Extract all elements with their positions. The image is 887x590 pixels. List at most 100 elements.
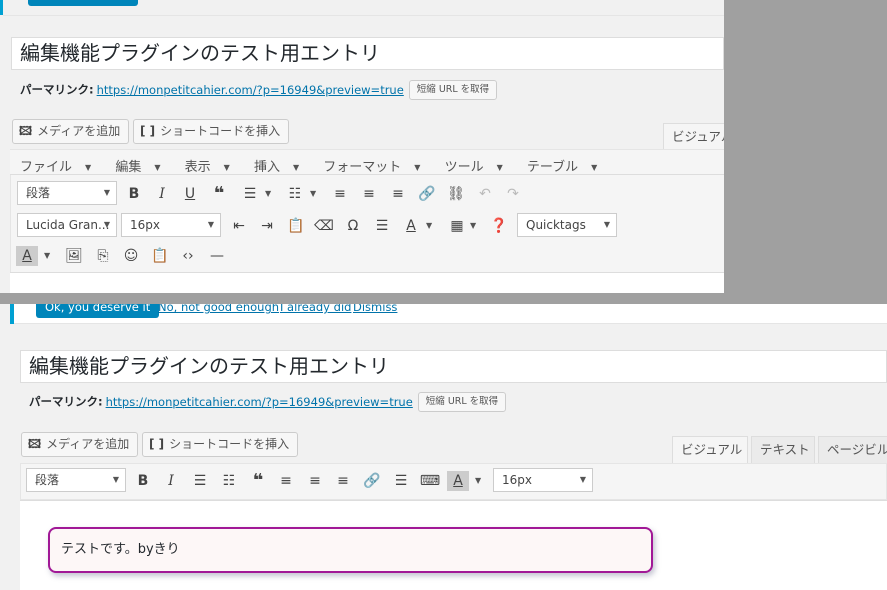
blockquote-icon[interactable]: ❝ (206, 181, 232, 207)
background-color-icon[interactable]: A (16, 246, 38, 266)
bullet-list-icon[interactable]: ☰ (187, 468, 213, 494)
text-color-icon[interactable]: A (398, 213, 424, 239)
outdent-icon[interactable]: ⇤ (226, 213, 252, 239)
numbered-list-icon[interactable]: ☷ (282, 181, 308, 207)
link-icon[interactable]: 🔗 (359, 468, 385, 494)
align-center-icon[interactable]: ≡ (302, 468, 328, 494)
tab-visual[interactable]: ビジュアル (672, 436, 748, 464)
code-icon[interactable]: ‹› (175, 243, 201, 269)
paste-text-icon[interactable]: 📋 (283, 213, 309, 239)
menu-tools[interactable]: ツール ▼ (435, 150, 513, 181)
font-size-select[interactable]: 16px ▼ (121, 213, 221, 237)
media-icon: 🖾 (19, 124, 33, 138)
format-select[interactable]: 段落 ▼ (17, 181, 117, 205)
align-left-icon[interactable]: ≡ (327, 181, 353, 207)
tab-visual[interactable]: ビジュアル (663, 123, 724, 151)
toolbar-row-1: 段落 ▼ B I ☰ ☷ ❝ ≡ ≡ ≡ 🔗 ☰ ⌨ A ▼ 16px ▼ (0, 468, 887, 498)
undo-icon[interactable]: ↶ (472, 181, 498, 207)
tab-page-builder[interactable]: ページビル (818, 436, 887, 464)
indent-icon[interactable]: ⇥ (254, 213, 280, 239)
chevron-down-icon[interactable]: ▼ (470, 213, 476, 239)
table-icon[interactable]: ▦ (444, 213, 470, 239)
insert-shortcode-button[interactable]: [ ] ショートコードを挿入 (133, 119, 290, 144)
menu-edit[interactable]: 編集 ▼ (105, 150, 170, 181)
notice-link-dismiss[interactable]: Dismiss (353, 304, 397, 314)
background-color-icon[interactable]: A (447, 471, 469, 491)
menu-insert[interactable]: 挿入 ▼ (244, 150, 309, 181)
format-select[interactable]: 段落 ▼ (26, 468, 126, 492)
align-right-icon[interactable]: ≡ (385, 181, 411, 207)
post-title-input[interactable]: 編集機能プラグインのテスト用エントリ (20, 350, 887, 383)
notice-ok-button[interactable]: Ok, you deserve it (36, 304, 160, 318)
clear-formatting-icon[interactable]: ⌫ (311, 213, 337, 239)
insert-shortcode-button[interactable]: [ ] ショートコードを挿入 (142, 432, 299, 457)
chevron-down-icon[interactable]: ▼ (426, 213, 432, 239)
read-more-icon[interactable]: ☰ (369, 213, 395, 239)
toolbar-row-1: 段落 ▼ B I U ❝ ☰ ▼ ☷ ▼ ≡ ≡ ≡ 🔗 ⛓ ↶ ↷ (0, 181, 724, 211)
align-left-icon[interactable]: ≡ (273, 468, 299, 494)
bullet-list-icon[interactable]: ☰ (237, 181, 263, 207)
add-media-label: メディアを追加 (37, 124, 121, 138)
font-size-select[interactable]: 16px ▼ (493, 468, 593, 492)
numbered-list-icon[interactable]: ☷ (216, 468, 242, 494)
align-center-icon[interactable]: ≡ (356, 181, 382, 207)
shortlink-button[interactable]: 短縮 URL を取得 (417, 392, 507, 412)
permalink-link[interactable]: https://monpetitcahier.com/?p=16949&prev… (106, 395, 413, 409)
rating-notice: Ok, you deserve it No, not good enough I… (14, 304, 887, 324)
top-editor-screenshot: 編集機能プラグインのテスト用エントリ パーマリンク: https://monpet… (0, 0, 724, 293)
chevron-down-icon[interactable]: ▼ (475, 468, 481, 494)
menu-table[interactable]: テーブル ▼ (517, 150, 607, 181)
bottom-editor-screenshot: Ok, you deserve it No, not good enough I… (0, 304, 887, 590)
toolbar-row-3: A ▼ 🖼 ⎘ ☺ 📋 ‹› — (0, 243, 724, 273)
add-media-label: メディアを追加 (46, 437, 130, 451)
shortlink-button[interactable]: 短縮 URL を取得 (408, 80, 498, 100)
add-media-button[interactable]: 🖾 メディアを追加 (21, 432, 139, 457)
background-overlay (724, 0, 887, 304)
notice-link-already-did[interactable]: I already did (280, 304, 351, 314)
menu-format[interactable]: フォーマット ▼ (313, 150, 430, 181)
notice-link-not-good[interactable]: No, not good enough (158, 304, 279, 314)
paste-icon[interactable]: 📋 (147, 243, 173, 269)
notice-accent-bar (0, 0, 3, 15)
copy-icon[interactable]: ⎘ (90, 243, 116, 269)
post-title-input[interactable]: 編集機能プラグインのテスト用エントリ (11, 37, 724, 70)
notice-primary-button[interactable] (28, 0, 138, 6)
permalink-row: パーマリンク: https://monpetitcahier.com/?p=169… (29, 392, 507, 412)
tab-text[interactable]: テキスト (751, 436, 815, 464)
font-family-select[interactable]: Lucida Gran... ▼ (17, 213, 117, 237)
unlink-icon[interactable]: ⛓ (443, 181, 469, 207)
shortcode-icon: [ ] (140, 124, 156, 138)
insert-shortcode-label: ショートコードを挿入 (169, 437, 290, 451)
permalink-label: パーマリンク: (29, 394, 103, 409)
menu-file[interactable]: ファイル ▼ (10, 150, 101, 181)
link-icon[interactable]: 🔗 (414, 181, 440, 207)
styled-content-box[interactable]: テストです。byきり (48, 527, 653, 573)
notice-accent-bar (10, 304, 14, 324)
bold-icon[interactable]: B (130, 468, 156, 494)
blockquote-icon[interactable]: ❝ (245, 468, 271, 494)
permalink-row: パーマリンク: https://monpetitcahier.com/?p=169… (20, 80, 498, 100)
menu-view[interactable]: 表示 ▼ (175, 150, 240, 181)
redo-icon[interactable]: ↷ (500, 181, 526, 207)
permalink-link[interactable]: https://monpetitcahier.com/?p=16949&prev… (97, 83, 404, 97)
chevron-down-icon[interactable]: ▼ (265, 181, 271, 207)
editor-content-area[interactable] (10, 272, 724, 293)
chevron-down-icon[interactable]: ▼ (44, 243, 50, 269)
image-icon[interactable]: 🖼 (61, 243, 87, 269)
bold-icon[interactable]: B (121, 181, 147, 207)
notice-divider (3, 15, 724, 16)
align-right-icon[interactable]: ≡ (330, 468, 356, 494)
italic-icon[interactable]: I (149, 181, 175, 207)
emoticon-icon[interactable]: ☺ (118, 243, 144, 269)
help-icon[interactable]: ❓ (486, 213, 512, 239)
add-media-button[interactable]: 🖾 メディアを追加 (12, 119, 130, 144)
quicktags-select[interactable]: Quicktags ▼ (517, 213, 617, 237)
editor-menubar: ファイル ▼ 編集 ▼ 表示 ▼ 挿入 ▼ フォーマット ▼ ツール ▼ テーブル ▼ (10, 150, 724, 175)
toolbar-toggle-icon[interactable]: ⌨ (417, 468, 443, 494)
read-more-icon[interactable]: ☰ (388, 468, 414, 494)
chevron-down-icon[interactable]: ▼ (310, 181, 316, 207)
horizontal-line-icon[interactable]: — (204, 243, 230, 269)
underline-icon[interactable]: U (177, 181, 203, 207)
italic-icon[interactable]: I (158, 468, 184, 494)
special-character-icon[interactable]: Ω (340, 213, 366, 239)
